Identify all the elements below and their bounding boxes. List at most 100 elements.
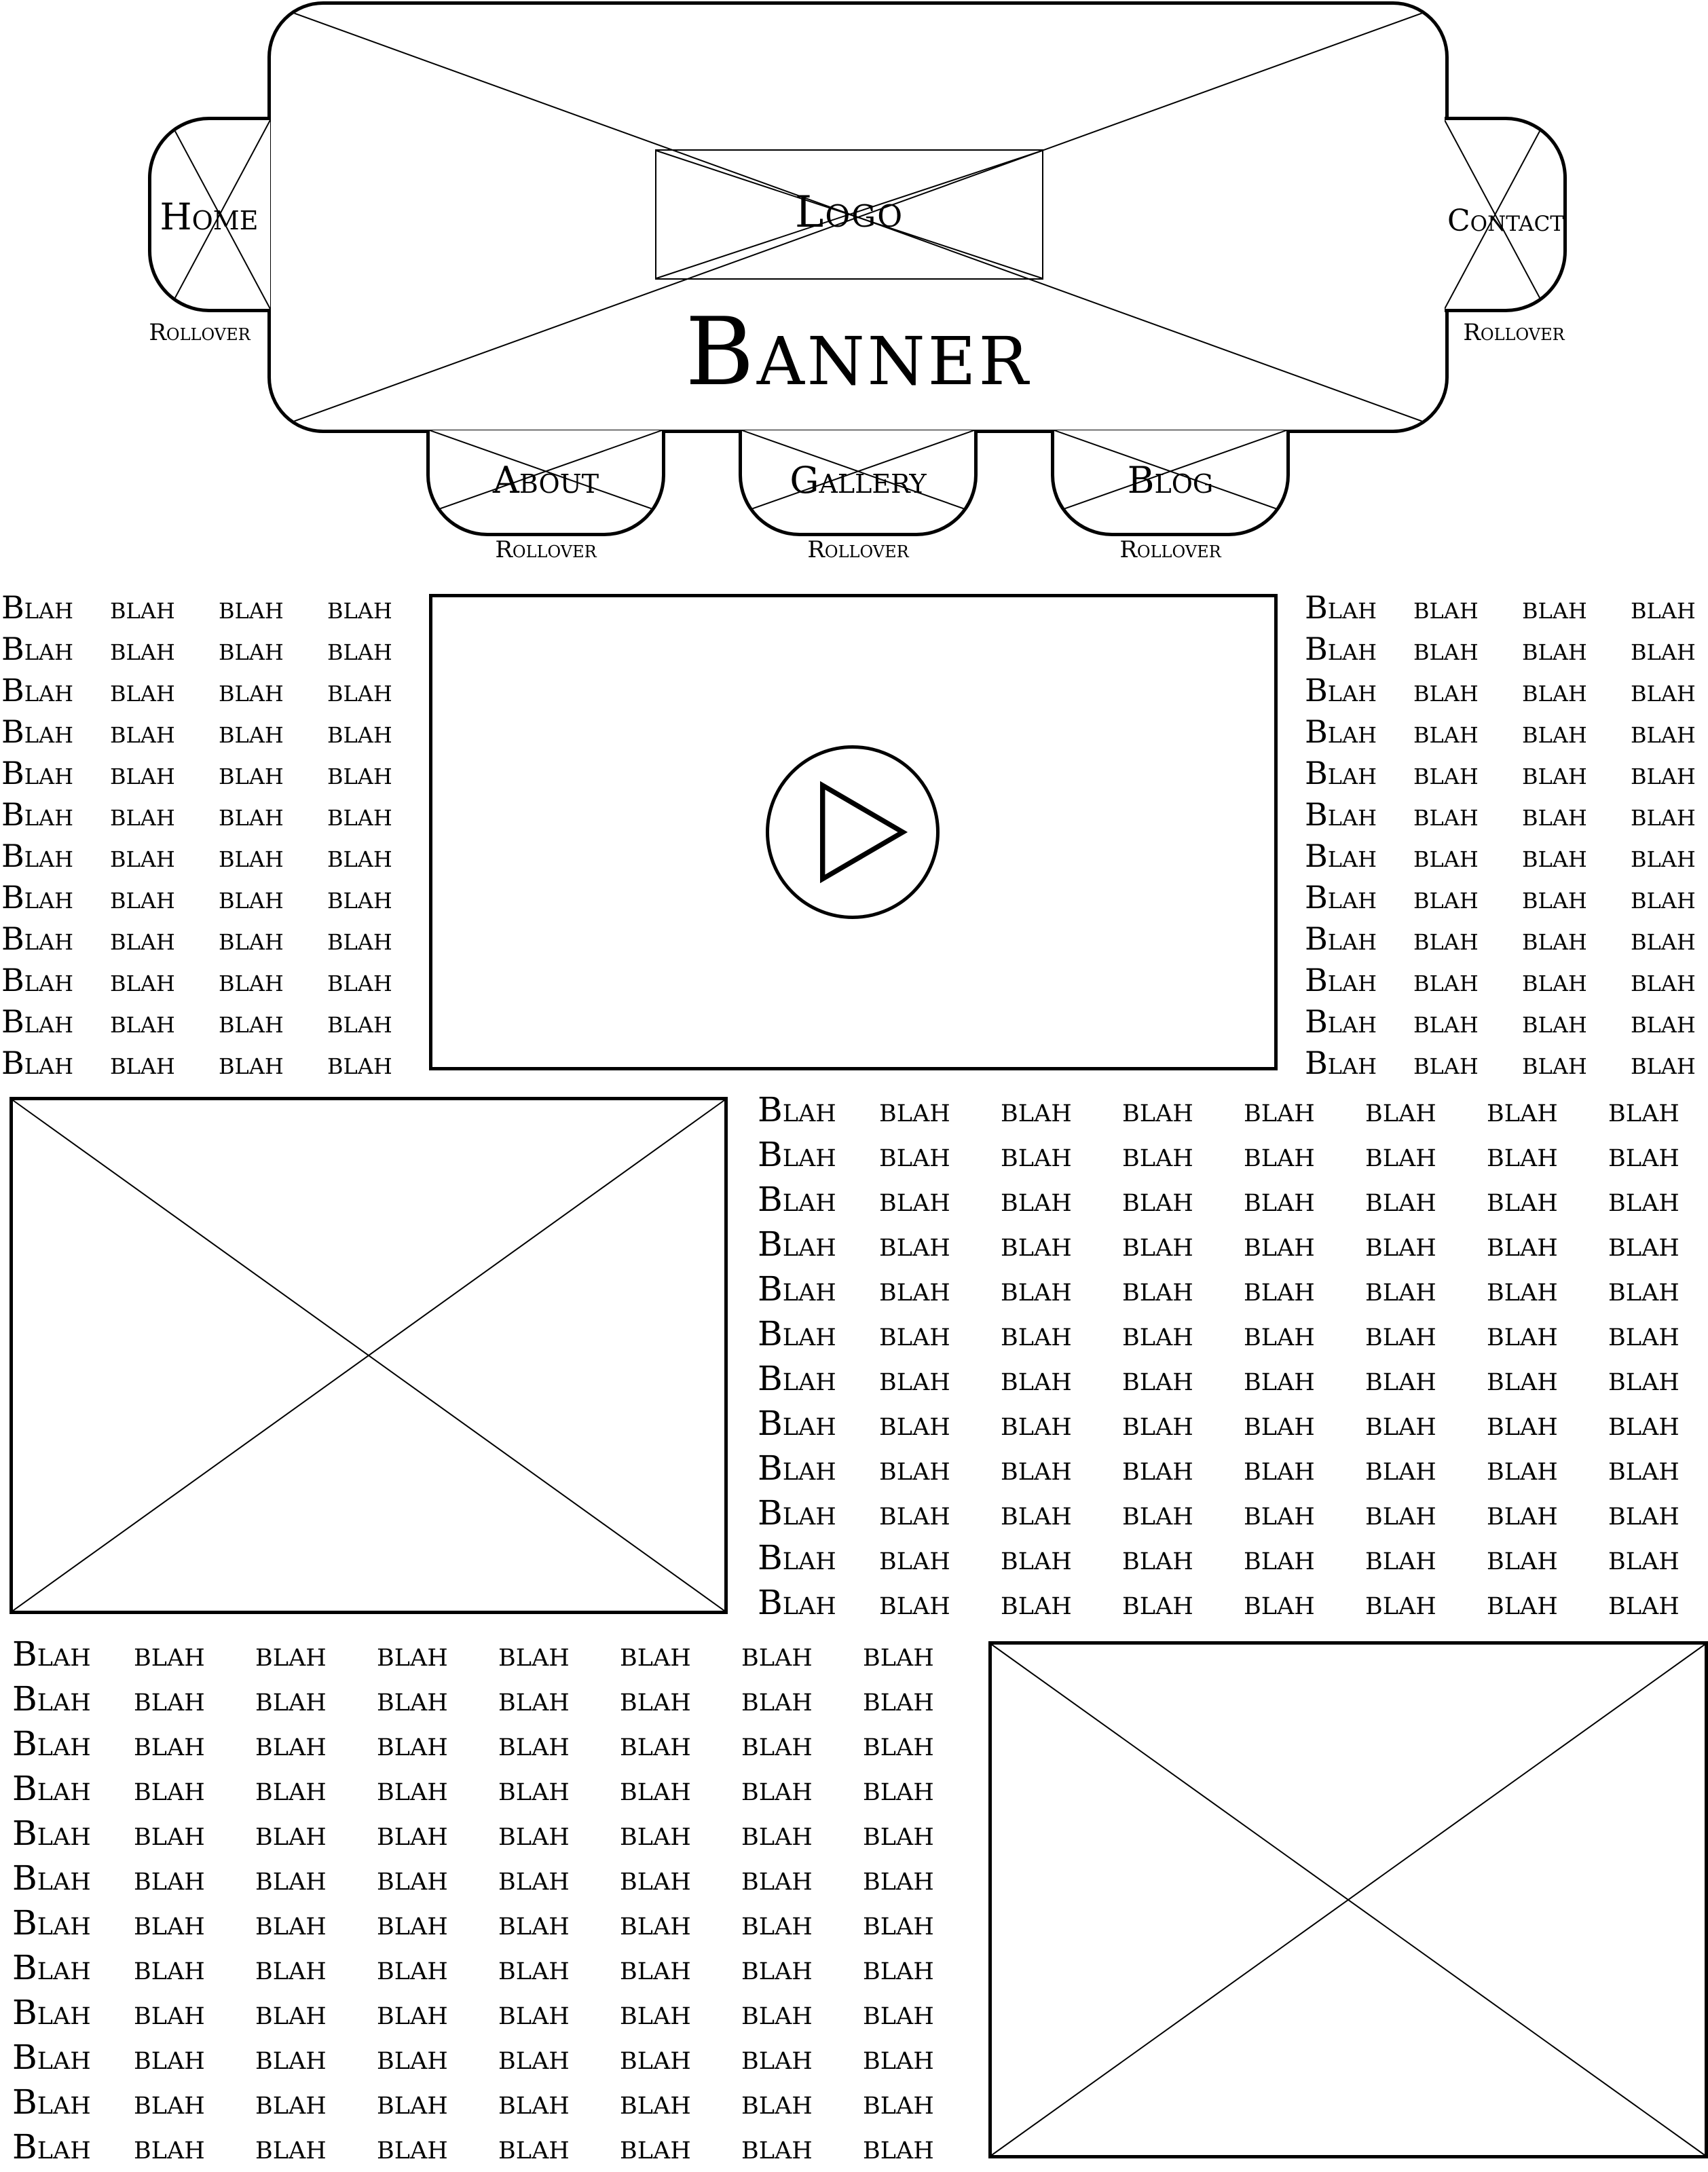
filler-word: blah — [110, 879, 175, 916]
filler-word: blah — [255, 1903, 327, 1943]
nav-contact-label[interactable]: Contact — [1445, 204, 1567, 238]
filler-word: blah — [1365, 1538, 1436, 1577]
filler-word: blah — [219, 962, 284, 998]
filler-word: blah — [498, 1679, 570, 1719]
filler-word: blah — [327, 755, 392, 791]
filler-word: blah — [1365, 1404, 1436, 1443]
filler-word: blah — [1001, 1090, 1072, 1129]
filler-word: blah — [219, 920, 284, 957]
filler-word: Blah — [1, 631, 74, 667]
filler-word: blah — [110, 755, 175, 791]
filler-word: blah — [863, 1769, 934, 1808]
filler-word: blah — [1122, 1583, 1193, 1622]
filler-word: Blah — [758, 1135, 836, 1174]
filler-word: blah — [110, 672, 175, 709]
filler-word: blah — [219, 879, 284, 916]
filler-word: blah — [741, 1814, 813, 1853]
filler-word: Blah — [758, 1583, 836, 1622]
filler-word: blah — [1001, 1224, 1072, 1264]
filler-word: blah — [1001, 1180, 1072, 1219]
filler-word: blah — [219, 672, 284, 709]
nav-home-label[interactable]: Home — [148, 195, 270, 238]
filler-word: blah — [219, 713, 284, 750]
filler-word: blah — [327, 672, 392, 709]
filler-word: blah — [498, 1858, 570, 1898]
filler-word: blah — [498, 1769, 570, 1808]
filler-word: Blah — [1, 796, 74, 833]
filler-word: blah — [1608, 1493, 1679, 1533]
filler-word: blah — [1631, 796, 1696, 833]
filler-word: Blah — [1, 1003, 74, 1040]
filler-word: Blah — [1305, 920, 1377, 957]
filler-word: blah — [377, 1814, 448, 1853]
filler-word: blah — [863, 1948, 934, 1987]
filler-word: blah — [879, 1448, 950, 1488]
filler-word: blah — [1631, 920, 1696, 957]
filler-word: blah — [1413, 672, 1479, 709]
text-block-bottom: Blah blah blah blah blah blah blah blah Blah blah… — [12, 1634, 984, 2172]
nav-gallery-label[interactable]: Gallery — [739, 459, 978, 502]
filler-word: Blah — [758, 1538, 836, 1577]
filler-word: blah — [879, 1583, 950, 1622]
filler-word: blah — [1244, 1090, 1315, 1129]
filler-word: blah — [255, 1724, 327, 1763]
filler-word: Blah — [758, 1314, 836, 1353]
filler-word: Blah — [12, 1858, 91, 1898]
filler-word: blah — [1122, 1538, 1193, 1577]
filler-word: blah — [1244, 1359, 1315, 1398]
filler-word: Blah — [1, 1045, 74, 1081]
filler-word: blah — [327, 1045, 392, 1081]
filler-word: blah — [498, 2082, 570, 2122]
filler-word: blah — [1631, 879, 1696, 916]
filler-word: blah — [1487, 1090, 1558, 1129]
filler-word: blah — [1608, 1135, 1679, 1174]
filler-word: blah — [1487, 1224, 1558, 1264]
filler-word: blah — [1122, 1448, 1193, 1488]
filler-word: blah — [620, 1679, 691, 1719]
filler-word: Blah — [758, 1180, 836, 1219]
filler-word: blah — [620, 1903, 691, 1943]
nav-about-label[interactable]: About — [426, 459, 665, 502]
filler-word: blah — [620, 1814, 691, 1853]
text-block-right: Blah blah blah blah Blah blah blah blah Blah blah… — [1305, 589, 1708, 1086]
filler-word: blah — [1122, 1493, 1193, 1533]
filler-word: blah — [377, 2038, 448, 2077]
filler-word: Blah — [1, 713, 74, 750]
filler-word: blah — [327, 879, 392, 916]
play-button[interactable] — [766, 745, 940, 919]
filler-word: blah — [1244, 1314, 1315, 1353]
filler-word: Blah — [1, 879, 74, 916]
filler-word: blah — [1001, 1404, 1072, 1443]
filler-word: Blah — [1305, 755, 1377, 791]
filler-word: blah — [1631, 755, 1696, 791]
filler-word: blah — [1487, 1180, 1558, 1219]
nav-blog-label[interactable]: Blog — [1051, 459, 1290, 502]
filler-word: blah — [219, 1003, 284, 1040]
filler-word: blah — [1522, 796, 1587, 833]
filler-word: blah — [1522, 672, 1587, 709]
filler-word: blah — [377, 1724, 448, 1763]
filler-word: blah — [863, 1634, 934, 1674]
filler-word: blah — [377, 2127, 448, 2167]
filler-word: blah — [1365, 1583, 1436, 1622]
filler-word: blah — [1522, 589, 1587, 626]
filler-word: blah — [1631, 713, 1696, 750]
filler-word: blah — [377, 2082, 448, 2122]
filler-word: blah — [498, 1903, 570, 1943]
filler-word: blah — [255, 1814, 327, 1853]
filler-word: blah — [741, 2038, 813, 2077]
filler-word: blah — [1413, 1045, 1479, 1081]
filler-word: blah — [327, 838, 392, 874]
filler-word: blah — [863, 2127, 934, 2167]
filler-word: blah — [741, 1724, 813, 1763]
filler-word: blah — [134, 2082, 205, 2122]
filler-word: blah — [1001, 1493, 1072, 1533]
filler-word: blah — [1608, 1224, 1679, 1264]
filler-word: Blah — [12, 1679, 91, 1719]
filler-word: blah — [1244, 1448, 1315, 1488]
filler-word: Blah — [758, 1493, 836, 1533]
filler-word: blah — [110, 962, 175, 998]
filler-word: blah — [1365, 1180, 1436, 1219]
filler-word: blah — [1244, 1493, 1315, 1533]
filler-word: blah — [377, 1858, 448, 1898]
